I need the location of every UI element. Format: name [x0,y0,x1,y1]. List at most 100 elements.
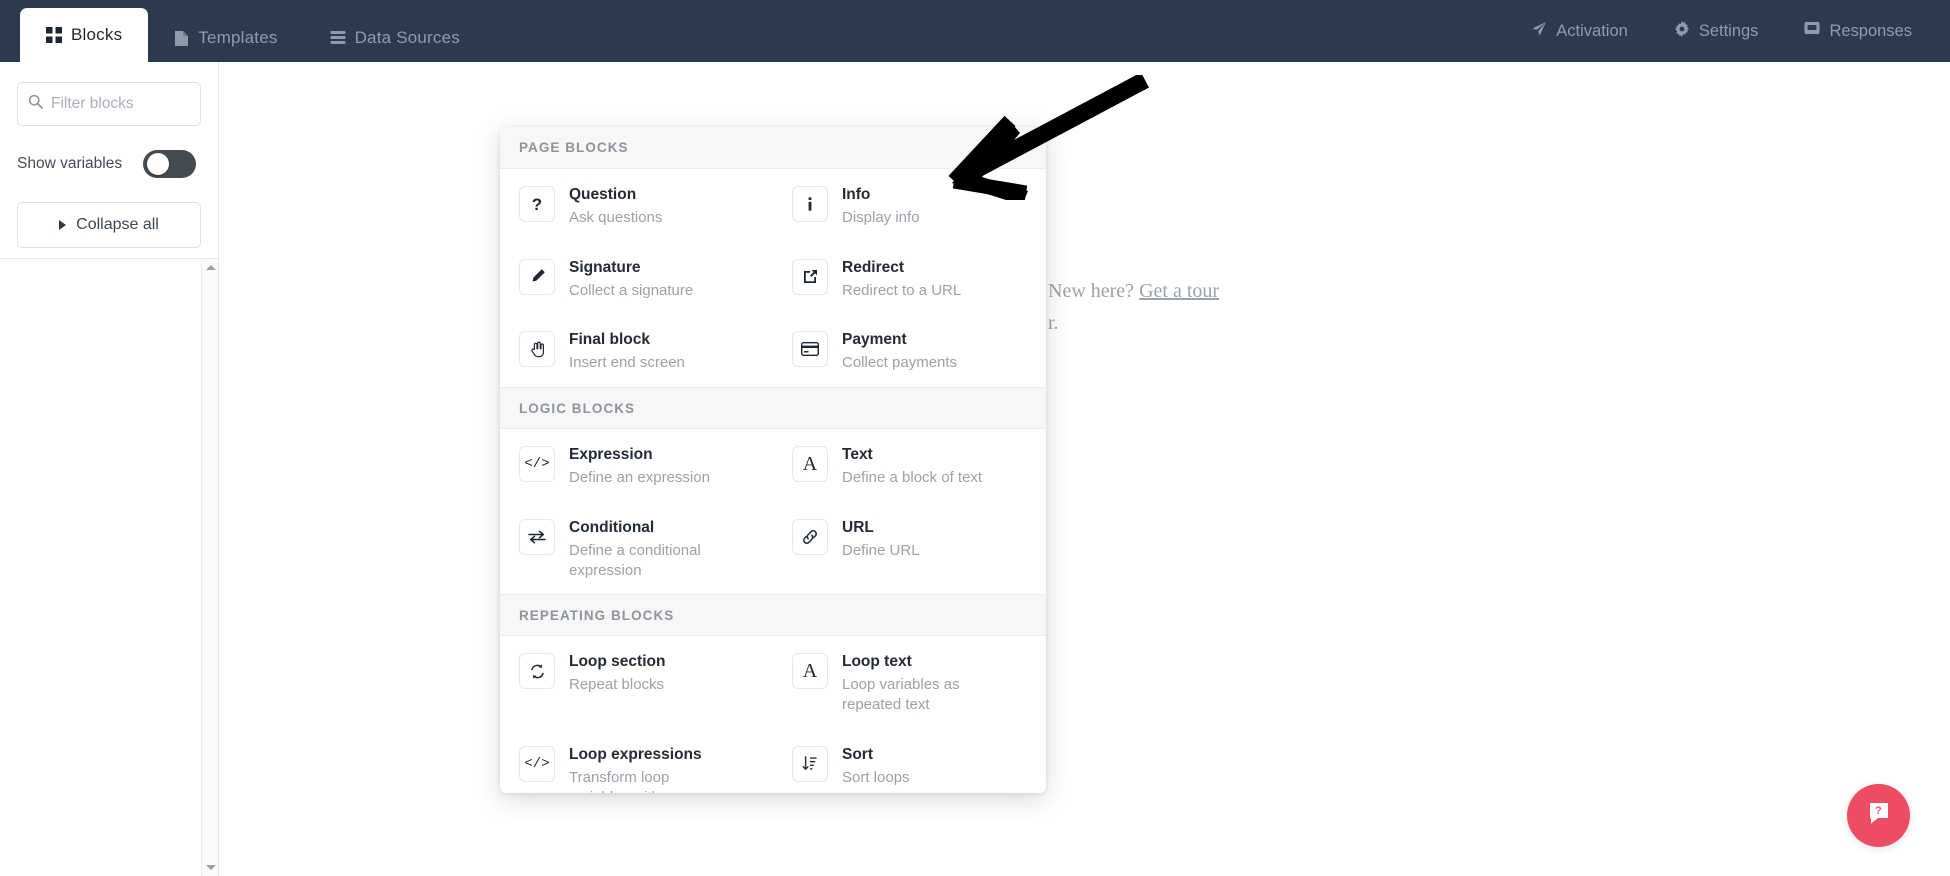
block-item-question[interactable]: ? Question Ask questions [500,169,773,242]
block-item-url[interactable]: URL Define URL [773,502,1046,595]
menu-item-activation[interactable]: Activation [1531,21,1628,42]
block-description: Sort loops [842,768,910,786]
blocks-popup-panel: PAGE BLOCKS ? Question Ask questions Inf… [500,127,1046,793]
block-description: Collect payments [842,354,958,372]
database-icon [330,30,346,46]
block-title: Signature [569,258,641,276]
tab-templates[interactable]: Templates [148,14,303,62]
show-variables-row: Show variables [17,150,201,178]
menu-item-activation-label: Activation [1556,21,1628,40]
tour-link[interactable]: Get a tour [1139,280,1219,302]
sidebar-controls: Show variables Collapse all [0,62,218,248]
refresh-icon [519,653,555,690]
search-input[interactable] [51,95,190,113]
hand-pointer-icon [519,331,555,368]
block-item-loop-expressions[interactable]: </> Loop expressions Transform loop vari… [500,729,773,793]
toggle-knob [147,153,169,175]
letter-a-icon: A [792,653,828,690]
block-description: Insert end screen [569,354,685,372]
editor-canvas: New here? Get a tour r. [219,62,1950,876]
block-item-final-block[interactable]: Final block Insert end screen [500,314,773,387]
search-icon [28,94,43,114]
block-description: Display info [842,208,920,226]
external-link-icon [792,258,828,295]
block-title: URL [842,518,874,536]
block-item-info[interactable]: Info Display info [773,169,1046,242]
block-title: Text [842,446,873,464]
section-header-page-blocks: PAGE BLOCKS [500,127,1046,169]
top-right-menu: Activation Settings Responses [1531,0,1950,62]
logic-blocks-grid: </> Expression Define an expression A Te… [500,429,1046,594]
block-item-payment[interactable]: Payment Collect payments [773,314,1046,387]
block-description: Transform loop variables with expression… [569,768,670,793]
credit-card-icon [792,331,828,368]
tour-prompt: New here? Get a tour [1048,280,1219,303]
block-description: Repeat blocks [569,676,665,694]
pencil-icon [519,258,555,295]
show-variables-toggle[interactable] [143,150,196,178]
menu-item-settings-label: Settings [1698,21,1759,40]
link-icon [792,518,828,555]
tab-templates-label: Templates [198,28,278,47]
section-header-repeating-blocks: REPEATING BLOCKS [500,594,1046,637]
tab-data-sources[interactable]: Data Sources [304,14,486,62]
block-title: Redirect [842,258,905,276]
code-icon: </> [519,446,555,483]
block-title: Final block [569,331,650,349]
grid-icon [46,27,62,43]
canvas-secondary-text: r. [1048,312,1059,334]
letter-a-icon: A [792,446,828,483]
tour-prompt-prefix: New here? [1048,280,1140,302]
section-header-logic-blocks: LOGIC BLOCKS [500,387,1046,430]
block-item-text[interactable]: A Text Define a block of text [773,429,1046,502]
menu-item-responses[interactable]: Responses [1804,21,1912,41]
block-title: Loop expressions [569,745,702,763]
block-item-loop-section[interactable]: Loop section Repeat blocks [500,636,773,729]
block-item-sort[interactable]: Sort Sort loops [773,729,1046,793]
block-description: Collect a signature [569,281,694,299]
help-chat-icon: ? [1866,800,1892,831]
info-icon [792,186,828,222]
block-title: Conditional [569,518,655,536]
block-item-conditional[interactable]: Conditional Define a conditional express… [500,502,773,595]
collapse-all-label: Collapse all [76,216,159,233]
block-item-loop-text[interactable]: A Loop text Loop variables as repeated t… [773,636,1046,729]
block-item-redirect[interactable]: Redirect Redirect to a URL [773,242,1046,315]
svg-text:?: ? [1875,805,1882,817]
question-mark-icon: ? [519,186,555,222]
block-title: Sort [842,745,873,763]
sort-icon [792,745,828,782]
scroll-down-arrow-icon[interactable] [202,859,219,876]
left-sidebar: Show variables Collapse all [0,62,219,876]
swap-arrows-icon [519,518,555,555]
block-item-signature[interactable]: Signature Collect a signature [500,242,773,315]
block-title: Expression [569,446,653,464]
sidebar-scrollbar[interactable] [201,259,218,876]
menu-item-settings[interactable]: Settings [1674,20,1759,42]
tab-blocks[interactable]: Blocks [20,8,149,62]
collapse-all-button[interactable]: Collapse all [17,202,201,248]
sidebar-divider [0,258,219,259]
block-description: Define an expression [569,469,710,487]
filter-blocks-field[interactable] [17,82,201,126]
scroll-up-arrow-icon[interactable] [202,259,219,276]
menu-item-responses-label: Responses [1829,21,1912,40]
tab-blocks-label: Blocks [71,25,123,44]
block-title: Question [569,186,637,203]
file-icon [174,30,189,47]
help-button[interactable]: ? [1847,784,1910,847]
block-item-expression[interactable]: </> Expression Define an expression [500,429,773,502]
show-variables-label: Show variables [17,155,123,172]
block-description: Define a block of text [842,469,983,487]
block-description: Redirect to a URL [842,281,962,299]
block-title: Info [842,186,871,203]
top-navigation-bar: Blocks Templates Data Sources Activation… [0,0,1950,62]
repeating-blocks-grid: Loop section Repeat blocks A Loop text L… [500,636,1046,793]
page-blocks-grid: ? Question Ask questions Info Display in… [500,169,1046,387]
inbox-icon [1804,21,1820,41]
block-title: Loop section [569,653,666,671]
code-icon: </> [519,745,555,782]
block-title: Loop text [842,653,912,671]
gear-icon [1674,20,1690,42]
block-description: Loop variables as repeated text [842,676,960,714]
